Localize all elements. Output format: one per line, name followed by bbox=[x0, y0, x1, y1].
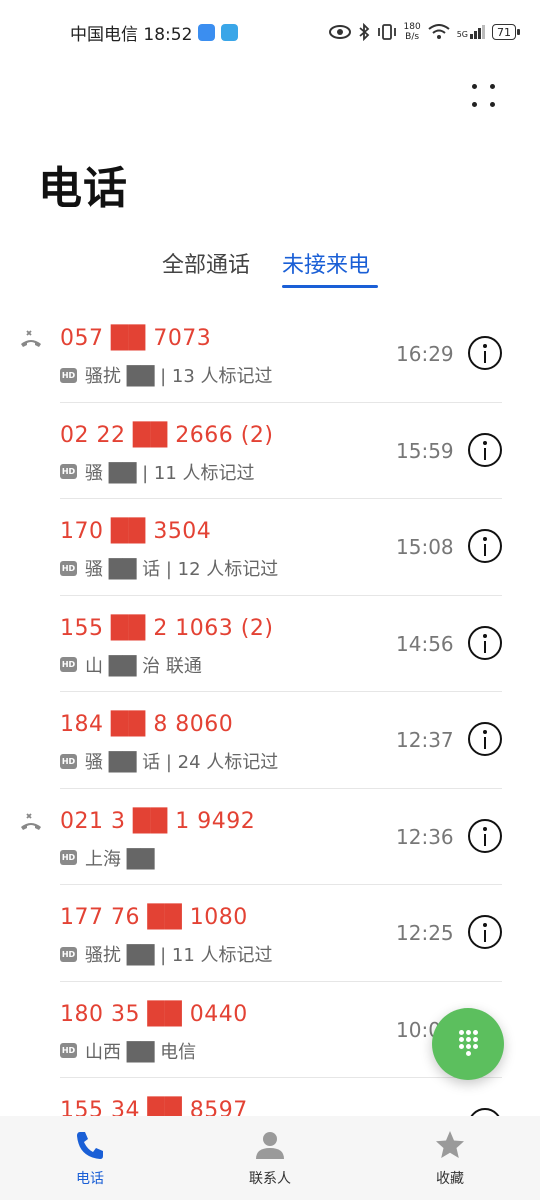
nav-favorites[interactable]: 收藏 bbox=[360, 1116, 540, 1200]
call-row[interactable]: 170 ██ 3504 HD 骚 ██ 话 | 12 人标记过 15:08 bbox=[0, 499, 540, 596]
caller-info: HD 山 ██ 治 联通 bbox=[60, 655, 202, 677]
hd-icon: HD bbox=[60, 946, 77, 962]
hd-icon: HD bbox=[60, 560, 77, 576]
star-icon bbox=[436, 1131, 464, 1158]
bottom-nav: 电话 联系人 收藏 bbox=[0, 1116, 540, 1200]
cell-signal-icon: 5G bbox=[457, 25, 485, 39]
tab-indicator bbox=[282, 285, 378, 288]
battery-icon: 71 bbox=[492, 24, 520, 40]
more-options-icon[interactable] bbox=[470, 82, 500, 112]
nav-contacts[interactable]: 联系人 bbox=[180, 1116, 360, 1200]
info-icon[interactable] bbox=[468, 432, 502, 467]
call-time: 15:08 bbox=[396, 535, 454, 559]
hd-icon: HD bbox=[60, 1043, 77, 1058]
call-row[interactable]: 02‍ 22 ██ 2666 (2) HD 骚 ██ | 11 人标记过 15:5… bbox=[0, 403, 540, 499]
caller-number: 057 ██ 7073 bbox=[60, 326, 212, 351]
call-list[interactable]: 057 ██ 7073 HD 骚扰 ██ | 13 人标记过 16:29 02‍ … bbox=[0, 306, 540, 1116]
bluetooth-icon bbox=[358, 23, 369, 41]
call-row[interactable]: 177 76 ██ 1080 HD 骚扰 ██ | 11 人标记过 12:25 bbox=[0, 885, 540, 982]
tab-missed-calls[interactable]: 未接来电 bbox=[282, 247, 370, 279]
call-row[interactable]: 155 ██ 2 1063 (2) HD 山 ██ 治 联通 14:56 bbox=[0, 596, 540, 692]
call-time: 12:25 bbox=[396, 921, 454, 945]
page-title: 电话 bbox=[38, 163, 128, 214]
hd-icon: HD bbox=[60, 753, 77, 769]
cloud-icon bbox=[198, 23, 216, 41]
hd-icon: HD bbox=[60, 850, 77, 865]
carrier-time: 中国电信 18:52 bbox=[70, 24, 193, 45]
caller-info: HD 上海 ██ bbox=[60, 848, 155, 870]
caller-info: HD 骚 ██ | 11 人标记过 bbox=[60, 462, 255, 484]
eye-icon bbox=[328, 25, 351, 39]
call-row[interactable]: 155 34 ██ 8597 bbox=[0, 1078, 540, 1116]
missed-call-icon bbox=[21, 812, 41, 830]
call-time: 14:56 bbox=[396, 631, 454, 656]
status-bar: 中国电信 18:52 180 B/s 5G 71 bbox=[0, 0, 540, 64]
caller-info: HD 骚 ██ 话 | 24 人标记过 bbox=[60, 752, 279, 773]
info-icon[interactable] bbox=[468, 336, 502, 370]
hd-icon: HD bbox=[60, 657, 77, 672]
caller-number: 155 ██ 2 1063 (2) bbox=[60, 615, 274, 641]
phone-icon bbox=[77, 1132, 103, 1159]
call-row[interactable]: 021 3 ██ 1 9492 HD 上海 ██ 12:36 bbox=[0, 789, 540, 885]
call-tabs: 全部通话 未接来电 bbox=[0, 247, 540, 293]
weather-icon bbox=[221, 23, 239, 41]
caller-number: 177 76 ██ 1080 bbox=[60, 905, 248, 930]
hd-icon: HD bbox=[60, 367, 77, 383]
caller-number: 155 34 ██ 8597 bbox=[60, 1098, 248, 1116]
vibrate-icon bbox=[377, 24, 396, 40]
info-icon[interactable] bbox=[468, 625, 502, 660]
caller-number: 021 3 ██ 1 9492 bbox=[60, 808, 256, 834]
info-icon[interactable] bbox=[468, 722, 502, 756]
contacts-icon bbox=[256, 1132, 284, 1159]
dialpad-button[interactable] bbox=[432, 1008, 504, 1080]
caller-info: HD 骚 ██ 话 | 12 人标记过 bbox=[60, 559, 279, 580]
info-icon[interactable] bbox=[468, 915, 502, 949]
hd-icon: HD bbox=[60, 464, 77, 479]
caller-info: HD 山西 ██ 电信 bbox=[60, 1041, 197, 1063]
info-icon[interactable] bbox=[468, 529, 502, 563]
info-icon[interactable] bbox=[468, 1108, 502, 1116]
caller-number: 184 ██ 8 8060 bbox=[60, 712, 234, 737]
call-time: 15:59 bbox=[396, 438, 454, 463]
caller-number: 170 ██ 3504 bbox=[60, 519, 212, 544]
caller-number: 02‍ 22 ██ 2666 (2) bbox=[60, 422, 274, 448]
info-icon[interactable] bbox=[468, 818, 502, 853]
caller-info: HD 骚扰 ██ | 13 人标记过 bbox=[60, 366, 273, 387]
call-row[interactable]: 184 ██ 8 8060 HD 骚 ██ 话 | 24 人标记过 12:37 bbox=[0, 692, 540, 789]
tab-all-calls[interactable]: 全部通话 bbox=[162, 247, 250, 279]
call-time: 16:29 bbox=[396, 342, 454, 366]
wifi-icon bbox=[428, 24, 450, 39]
caller-info: HD 骚扰 ██ | 11 人标记过 bbox=[60, 945, 273, 966]
nav-phone[interactable]: 电话 bbox=[0, 1116, 180, 1200]
network-speed: 180 B/s bbox=[403, 22, 421, 42]
call-time: 12:36 bbox=[396, 824, 454, 849]
caller-number: 180 35 ██ 0440 bbox=[60, 1001, 248, 1027]
call-time: 12:37 bbox=[396, 728, 454, 752]
missed-call-icon bbox=[21, 330, 41, 347]
call-row[interactable]: 057 ██ 7073 HD 骚扰 ██ | 13 人标记过 16:29 bbox=[0, 306, 540, 403]
